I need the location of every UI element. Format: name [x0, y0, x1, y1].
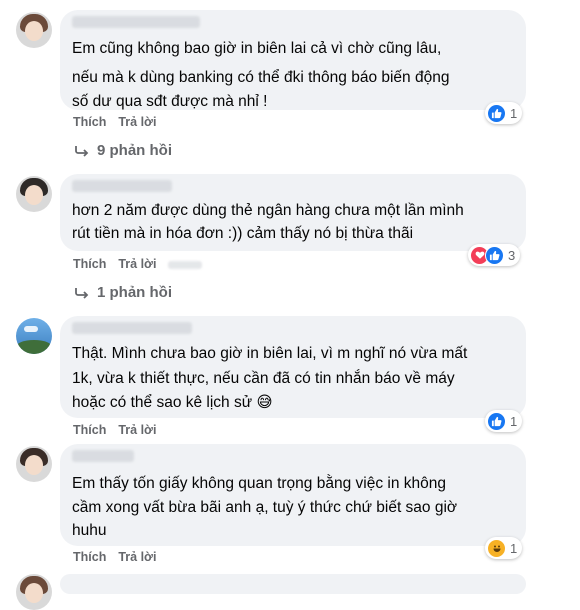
reaction-summary[interactable]: 1 [485, 537, 523, 559]
comment-text-line: số dư qua sđt được mà nhỉ ! [72, 93, 268, 110]
reply-button[interactable]: Trả lời [118, 550, 156, 564]
like-button[interactable]: Thích [73, 423, 106, 437]
commenter-name-blurred[interactable] [72, 322, 192, 334]
comment-text-line: Em cũng không bao giờ in biên lai cả vì … [72, 40, 442, 57]
reply-arrow-icon [75, 287, 89, 299]
reply-button[interactable]: Trả lời [118, 423, 156, 437]
comment-bubble: hơn 2 năm được dùng thẻ ngân hàng chưa m… [60, 174, 526, 251]
view-replies-button[interactable]: 9 phản hồi [75, 142, 172, 159]
comment-text-line: hoặc có thể sao kê lịch sử 😅 [72, 394, 273, 411]
comment-text-line: nếu mà k dùng banking có thể đki thông b… [72, 69, 450, 86]
reaction-summary[interactable]: 1 [485, 410, 523, 432]
reply-arrow-icon [75, 145, 89, 157]
reply-button[interactable]: Trả lời [118, 257, 156, 271]
like-reaction-icon [487, 411, 506, 431]
commenter-name-blurred[interactable] [72, 180, 172, 192]
comment-actions: Thích Trả lời [73, 115, 168, 129]
comment-actions: Thích Trả lời [73, 423, 168, 437]
comment-bubble: Em cũng không bao giờ in biên lai cả vì … [60, 10, 526, 110]
like-reaction-icon [487, 103, 506, 123]
comment-text-line: Em thấy tốn giấy không quan trọng bằng v… [72, 475, 446, 492]
comment-actions: Thích Trả lời [73, 550, 168, 564]
commenter-name-blurred[interactable] [72, 16, 200, 28]
commenter-avatar[interactable] [16, 574, 52, 610]
comment-actions: Thích Trả lời [73, 257, 214, 271]
commenter-avatar[interactable] [16, 446, 52, 482]
like-button[interactable]: Thích [73, 550, 106, 564]
comment-text-line: huhu [72, 522, 107, 539]
replies-count-label: 1 phản hồi [97, 284, 172, 301]
comment-text-line: Thật. Mình chưa bao giờ in biên lai, vì … [72, 345, 468, 362]
like-button[interactable]: Thích [73, 115, 106, 129]
haha-reaction-icon [487, 538, 506, 558]
commenter-avatar[interactable] [16, 318, 52, 354]
comment-text-line: hơn 2 năm được dùng thẻ ngân hàng chưa m… [72, 202, 464, 219]
comment-text-line: cầm xong vất bừa bãi anh ạ, tuỳ ý thức c… [72, 499, 458, 516]
reply-button[interactable]: Trả lời [118, 115, 156, 129]
like-reaction-icon [485, 245, 504, 265]
reaction-count: 1 [510, 540, 518, 556]
reaction-count: 3 [508, 247, 516, 263]
comment-bubble [60, 574, 526, 594]
timestamp-blurred[interactable] [168, 260, 203, 269]
view-replies-button[interactable]: 1 phản hồi [75, 284, 172, 301]
comment-bubble: Em thấy tốn giấy không quan trọng bằng v… [60, 444, 526, 546]
commenter-avatar[interactable] [16, 176, 52, 212]
commenter-name-blurred[interactable] [72, 450, 134, 462]
reaction-count: 1 [510, 105, 518, 121]
comment-text-line: rút tiền mà in hóa đơn :)) cảm thấy nó b… [72, 225, 414, 242]
replies-count-label: 9 phản hồi [97, 142, 172, 159]
comment-bubble: Thật. Mình chưa bao giờ in biên lai, vì … [60, 316, 526, 418]
reaction-count: 1 [510, 413, 518, 429]
commenter-avatar[interactable] [16, 12, 52, 48]
like-button[interactable]: Thích [73, 257, 106, 271]
reaction-summary[interactable]: 3 [468, 244, 521, 266]
reaction-summary[interactable]: 1 [485, 102, 523, 124]
comment-text-line: 1k, vừa k thiết thực, nếu cần đã có tin … [72, 370, 455, 387]
